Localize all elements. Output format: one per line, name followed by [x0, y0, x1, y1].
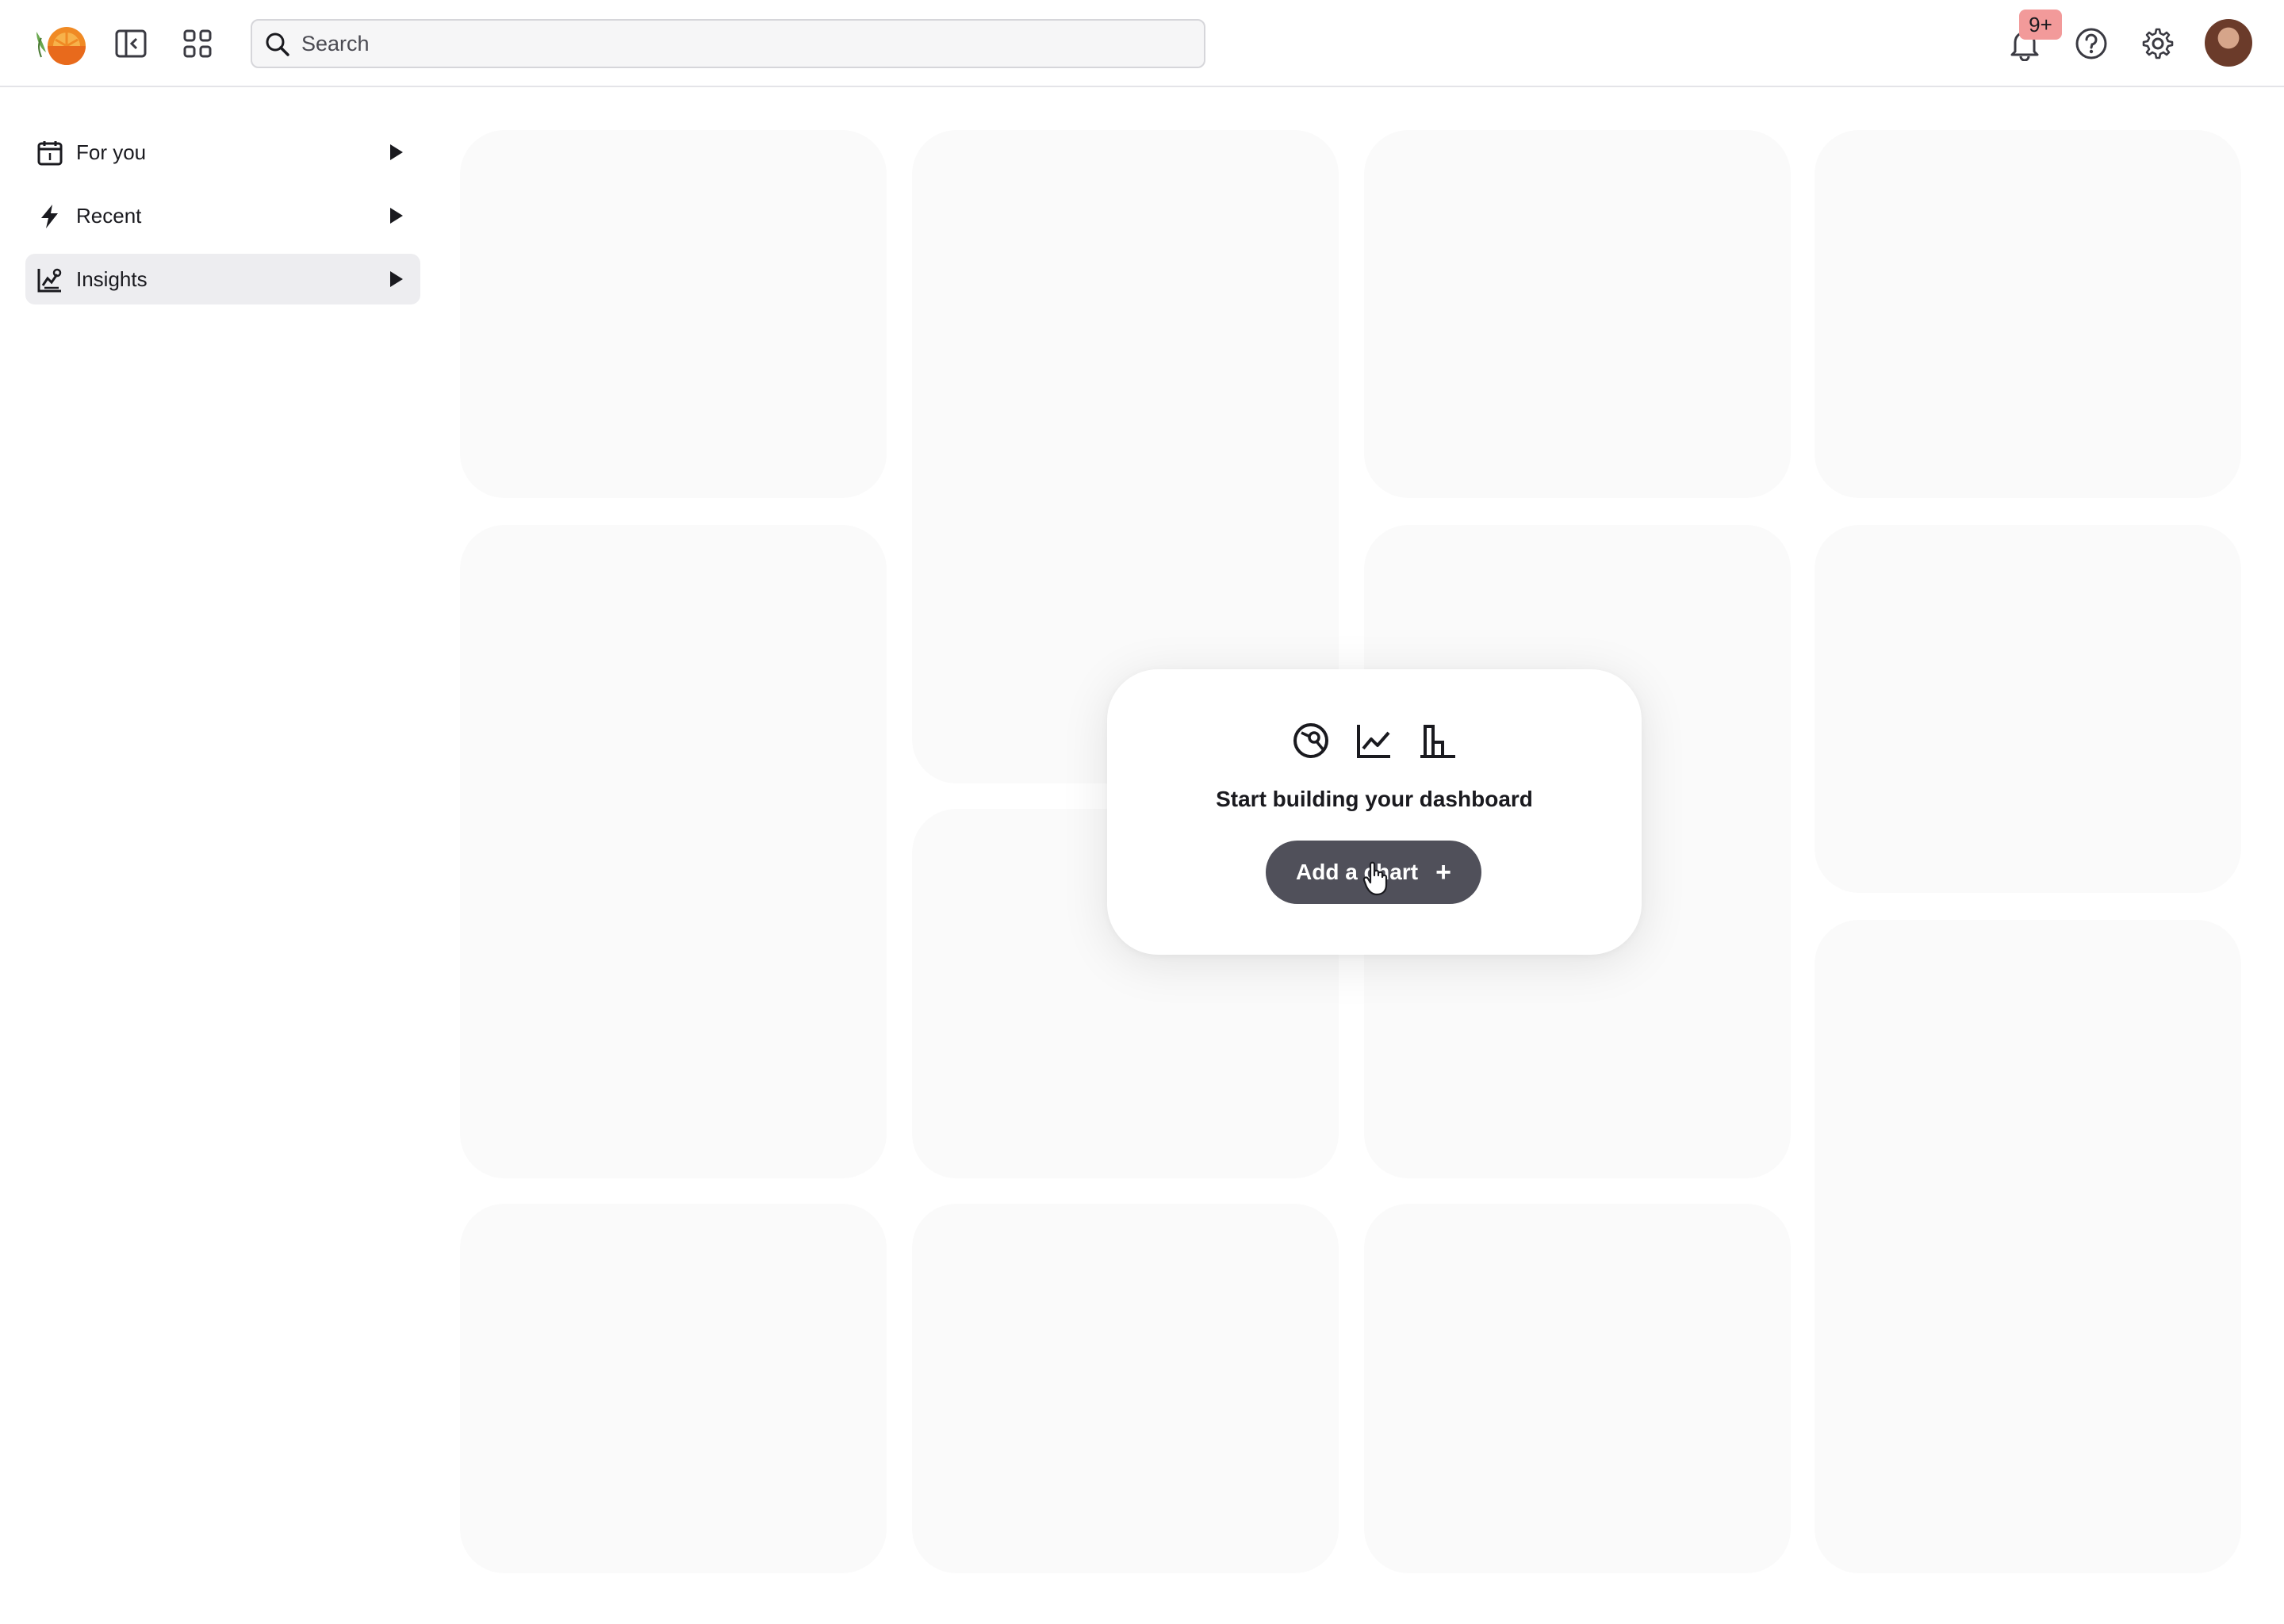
- notification-badge: 9+: [2019, 10, 2062, 40]
- caret-right-icon[interactable]: [387, 270, 404, 289]
- caret-right-icon[interactable]: [387, 143, 404, 162]
- plus-icon: +: [1435, 857, 1451, 887]
- avatar[interactable]: [2205, 19, 2252, 67]
- calendar-icon: [36, 140, 63, 167]
- sidebar-item-for-you[interactable]: For you: [25, 127, 420, 178]
- placeholder-tile: [1815, 920, 2241, 1573]
- add-chart-button-label: Add a chart: [1296, 860, 1419, 884]
- search-icon: [263, 30, 292, 59]
- top-bar: 9+: [0, 0, 2284, 87]
- sidebar-item-recent[interactable]: Recent: [25, 190, 420, 241]
- caret-right-icon[interactable]: [387, 206, 404, 225]
- placeholder-tile: [1815, 525, 2241, 893]
- insights-icon: [36, 266, 63, 293]
- placeholder-tile: [460, 525, 887, 1178]
- sidebar-item-label: Recent: [76, 204, 142, 228]
- sidebar-toggle-icon[interactable]: [111, 24, 151, 63]
- empty-state-title: Start building your dashboard: [1216, 787, 1533, 811]
- chart-type-icons: [1107, 720, 1642, 761]
- sidebar-item-label: Insights: [76, 267, 148, 291]
- sidebar: For you Recent Insights: [25, 127, 420, 317]
- gear-icon[interactable]: [2138, 24, 2178, 63]
- placeholder-tile: [1815, 130, 2241, 498]
- hand-cursor-icon: [1362, 861, 1389, 896]
- search-bar[interactable]: [251, 19, 1205, 68]
- pie-chart-icon: [1290, 720, 1332, 761]
- apps-grid-icon[interactable]: [178, 24, 217, 63]
- line-chart-icon: [1354, 720, 1395, 761]
- bar-chart-icon: [1417, 720, 1458, 761]
- lightning-icon: [36, 203, 63, 230]
- empty-state-card: Start building your dashboard Add a char…: [1107, 669, 1642, 955]
- placeholder-tile: [1364, 130, 1791, 498]
- placeholder-tile: [1364, 1204, 1791, 1573]
- help-icon[interactable]: [2071, 24, 2111, 63]
- sidebar-item-label: For you: [76, 140, 147, 164]
- placeholder-tile: [912, 1204, 1339, 1573]
- placeholder-tile: [460, 130, 887, 498]
- logo-icon[interactable]: [32, 21, 89, 67]
- search-input[interactable]: [301, 25, 1190, 62]
- placeholder-tile: [460, 1204, 887, 1573]
- sidebar-item-insights[interactable]: Insights: [25, 254, 420, 304]
